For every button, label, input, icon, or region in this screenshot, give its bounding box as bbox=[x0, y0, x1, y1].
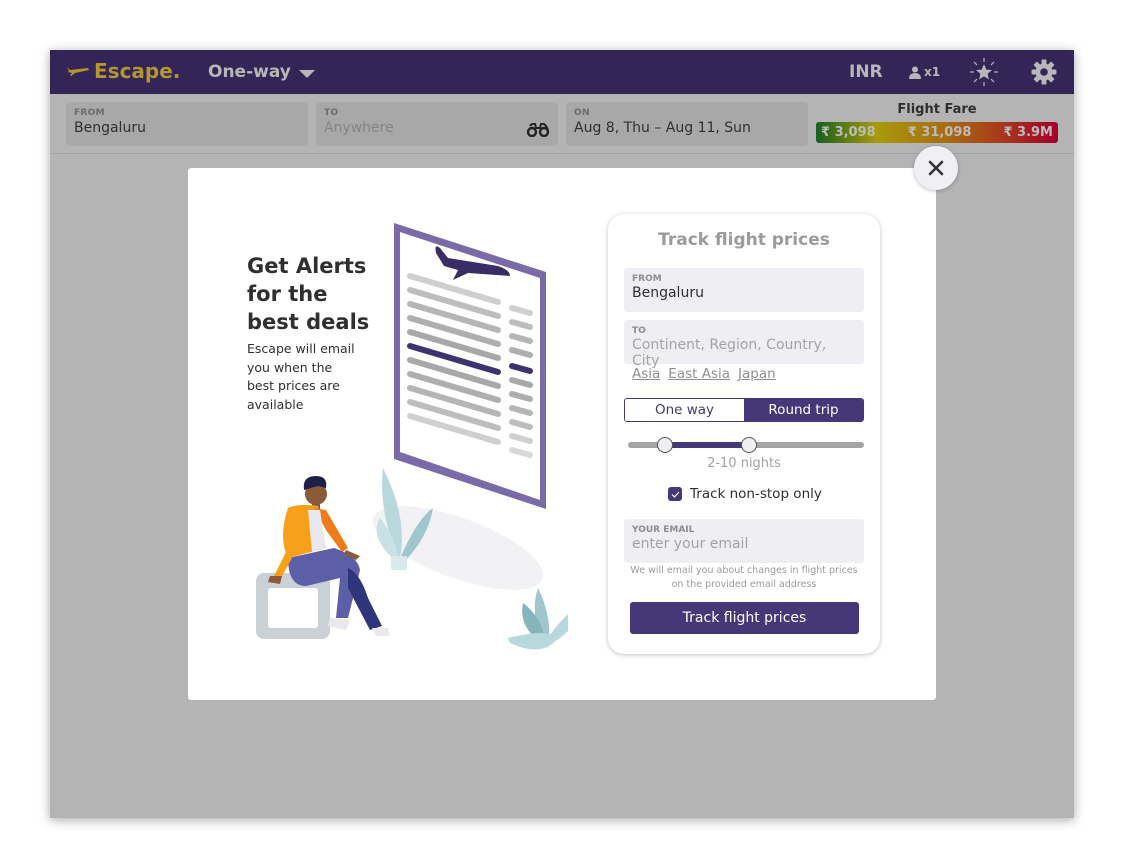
from-label: FROM bbox=[74, 108, 105, 118]
trip-type-label: One-way bbox=[208, 62, 291, 82]
promo-title-line: for the bbox=[247, 282, 328, 306]
suggestion-link[interactable]: East Asia bbox=[668, 366, 730, 382]
nonstop-checkbox[interactable]: Track non-stop only bbox=[668, 486, 822, 502]
passenger-count: x1 bbox=[924, 65, 941, 79]
binoculars-icon[interactable] bbox=[526, 123, 550, 137]
top-bar: Escape. One-way INR x1 bbox=[50, 50, 1074, 94]
card-from-value: Bengaluru bbox=[632, 285, 704, 301]
date-label: ON bbox=[574, 108, 590, 118]
card-to-field[interactable]: TO Continent, Region, Country, City bbox=[624, 320, 864, 369]
close-modal-button[interactable] bbox=[914, 146, 958, 190]
checkbox-checked-icon[interactable] bbox=[668, 487, 682, 501]
chevron-down-icon bbox=[298, 69, 315, 78]
nights-range-slider[interactable] bbox=[628, 437, 864, 453]
brand-name: Escape. bbox=[94, 59, 181, 83]
one-way-option[interactable]: One way bbox=[625, 399, 744, 421]
slider-min-thumb[interactable] bbox=[657, 437, 673, 453]
nights-label: 2-10 nights bbox=[707, 456, 781, 471]
search-bar: FROM Bengaluru TO Anywhere ON Aug 8, Thu… bbox=[50, 94, 1074, 154]
fare-title: Flight Fare bbox=[897, 102, 977, 117]
price-alert-modal: Get Alerts for the best deals Escape wil… bbox=[188, 168, 936, 700]
to-label: TO bbox=[324, 108, 339, 118]
fare-high: ₹ 3.9M bbox=[1003, 125, 1053, 140]
brand-logo[interactable]: Escape. bbox=[66, 59, 180, 83]
fare-gradient-bar: ₹ 3,098 ₹ 31,098 ₹ 3.9M bbox=[816, 122, 1058, 143]
flight-fare-legend: Flight Fare ₹ 3,098 ₹ 31,098 ₹ 3.9M bbox=[816, 102, 1058, 143]
nonstop-label: Track non-stop only bbox=[690, 486, 822, 502]
promo-title-line: best deals bbox=[247, 310, 370, 334]
card-from-field[interactable]: FROM Bengaluru bbox=[624, 268, 864, 312]
star-icon[interactable] bbox=[968, 57, 1000, 87]
app-window: Escape. One-way INR x1 FROM Bengaluru TO… bbox=[50, 50, 1074, 818]
to-field[interactable]: TO Anywhere bbox=[316, 102, 558, 146]
promo-title: Get Alerts for the best deals bbox=[247, 252, 369, 336]
card-from-label: FROM bbox=[632, 274, 662, 284]
round-trip-option[interactable]: Round trip bbox=[744, 399, 863, 421]
to-placeholder: Anywhere bbox=[324, 120, 394, 136]
promo-title-line: Get Alerts bbox=[247, 254, 367, 278]
date-value: Aug 8, Thu – Aug 11, Sun bbox=[574, 120, 751, 136]
close-icon bbox=[928, 160, 944, 176]
track-prices-card: Track flight prices FROM Bengaluru TO Co… bbox=[608, 214, 880, 654]
card-to-label: TO bbox=[632, 326, 646, 336]
fare-low: ₹ 3,098 bbox=[821, 125, 876, 140]
suggestion-link[interactable]: Asia bbox=[632, 366, 660, 382]
email-disclaimer: We will email you about changes in fligh… bbox=[630, 565, 858, 590]
plant-right-icon bbox=[508, 588, 568, 650]
trip-type-toggle: One way Round trip bbox=[624, 398, 864, 422]
plane-icon bbox=[67, 67, 89, 76]
flight-list-document-icon bbox=[394, 223, 546, 509]
slider-fill bbox=[665, 442, 749, 448]
from-field[interactable]: FROM Bengaluru bbox=[66, 102, 308, 146]
slider-max-thumb[interactable] bbox=[741, 437, 757, 453]
destination-suggestions: Asia East Asia Japan bbox=[632, 366, 776, 382]
email-label: YOUR EMAIL bbox=[632, 525, 695, 535]
card-to-placeholder: Continent, Region, Country, City bbox=[632, 337, 827, 369]
track-prices-button[interactable]: Track flight prices bbox=[630, 602, 859, 634]
from-value: Bengaluru bbox=[74, 120, 146, 136]
person-icon bbox=[909, 66, 921, 79]
card-title: Track flight prices bbox=[658, 230, 830, 250]
gear-icon[interactable] bbox=[1031, 59, 1057, 85]
fare-mid: ₹ 31,098 bbox=[907, 125, 972, 140]
trip-type-dropdown[interactable]: One-way bbox=[208, 62, 315, 82]
promo-description: Escape will email you when the best pric… bbox=[247, 341, 355, 412]
passengers-button[interactable]: x1 bbox=[909, 65, 940, 79]
currency-button[interactable]: INR bbox=[849, 62, 883, 82]
email-field[interactable]: YOUR EMAIL enter your email bbox=[624, 519, 864, 563]
email-placeholder: enter your email bbox=[632, 536, 749, 552]
date-field[interactable]: ON Aug 8, Thu – Aug 11, Sun bbox=[566, 102, 808, 146]
suggestion-link[interactable]: Japan bbox=[738, 366, 776, 382]
